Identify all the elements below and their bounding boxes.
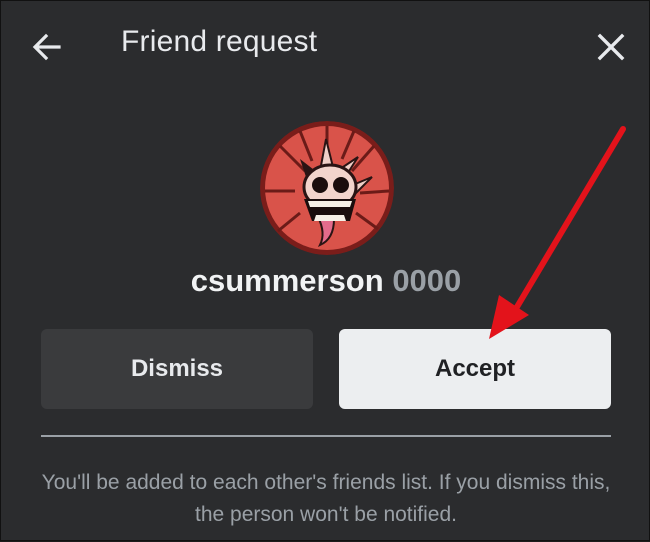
- username: csummerson: [190, 263, 384, 298]
- avatar: [260, 121, 394, 255]
- divider: [41, 435, 611, 437]
- dialog-title: Friend request: [121, 25, 318, 58]
- skull-avatar-icon: [260, 121, 394, 255]
- close-icon: [597, 33, 625, 61]
- arrow-left-icon: [32, 33, 61, 61]
- dialog-header: Friend request: [1, 1, 650, 89]
- dismiss-button[interactable]: Dismiss: [41, 329, 313, 409]
- accept-button[interactable]: Accept: [339, 329, 611, 409]
- back-button[interactable]: [29, 29, 65, 65]
- friend-request-dialog: Friend request csummerson 0000 Dismiss A…: [0, 0, 650, 541]
- info-text: You'll be added to each other's friends …: [41, 471, 611, 526]
- discriminator: 0000: [392, 263, 462, 298]
- close-button[interactable]: [591, 27, 631, 67]
- profile-name: csummerson 0000: [1, 263, 650, 299]
